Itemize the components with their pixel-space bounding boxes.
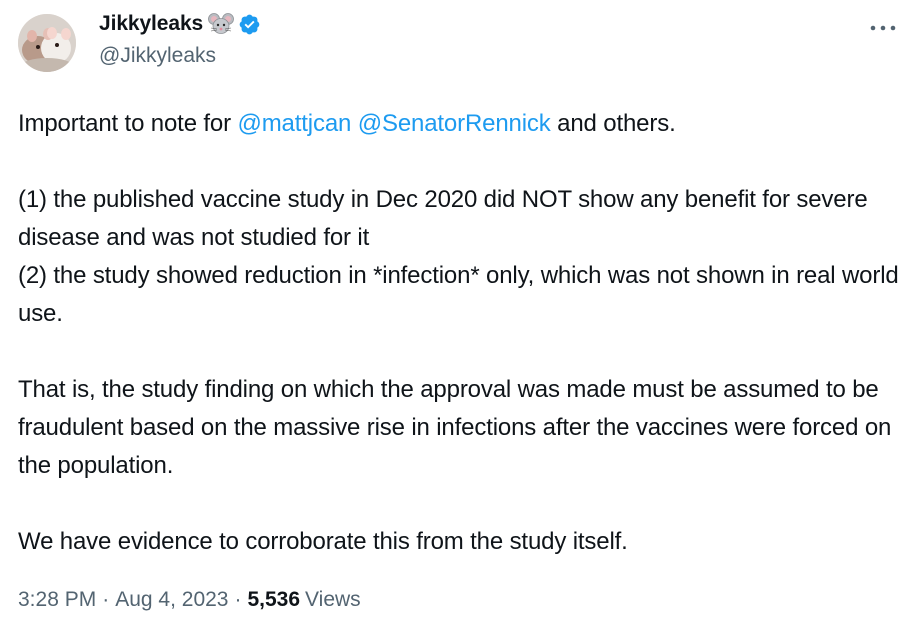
tweet-timestamp[interactable]: 3:28 PM: [18, 588, 96, 612]
tweet-point-2: (2) the study showed reduction in *infec…: [18, 262, 899, 327]
tweet-paragraph-3: That is, the study finding on which the …: [18, 376, 892, 479]
tweet-intro-paragraph: Important to note for @mattjcan @Senator…: [18, 105, 918, 143]
tweet-card: Jikkyleaks @Jikkyleaks Important to note…: [0, 0, 924, 636]
mention-link-mattjcan[interactable]: @mattjcan: [238, 110, 352, 137]
tweet-metadata: 3:28 PM · Aug 4, 2023 · 5,536 Views: [18, 588, 361, 612]
views-count: 5,536: [247, 588, 301, 611]
tweet-paragraph-4: We have evidence to corroborate this fro…: [18, 528, 628, 555]
views-label: Views: [305, 588, 361, 611]
author-name-row: Jikkyleaks: [99, 10, 261, 38]
tweet-point-1: (1) the published vaccine study in Dec 2…: [18, 186, 868, 251]
intro-tail-text: and others.: [550, 110, 676, 137]
intro-lead-text: Important to note for: [18, 110, 238, 137]
more-options-icon[interactable]: [866, 16, 900, 40]
tweet-text: Important to note for @mattjcan @Senator…: [18, 105, 918, 561]
meta-separator-2: ·: [234, 588, 242, 611]
author-display-name[interactable]: Jikkyleaks: [99, 12, 203, 36]
avatar[interactable]: [18, 14, 76, 72]
mention-link-senatorrennick[interactable]: @SenatorRennick: [358, 110, 551, 137]
avatar-image: [18, 14, 76, 72]
author-handle[interactable]: @Jikkyleaks: [99, 44, 216, 68]
verified-badge-icon[interactable]: [238, 13, 261, 36]
mouse-face-icon: [208, 13, 235, 35]
tweet-date[interactable]: Aug 4, 2023: [115, 588, 228, 612]
meta-separator: ·: [102, 588, 110, 611]
